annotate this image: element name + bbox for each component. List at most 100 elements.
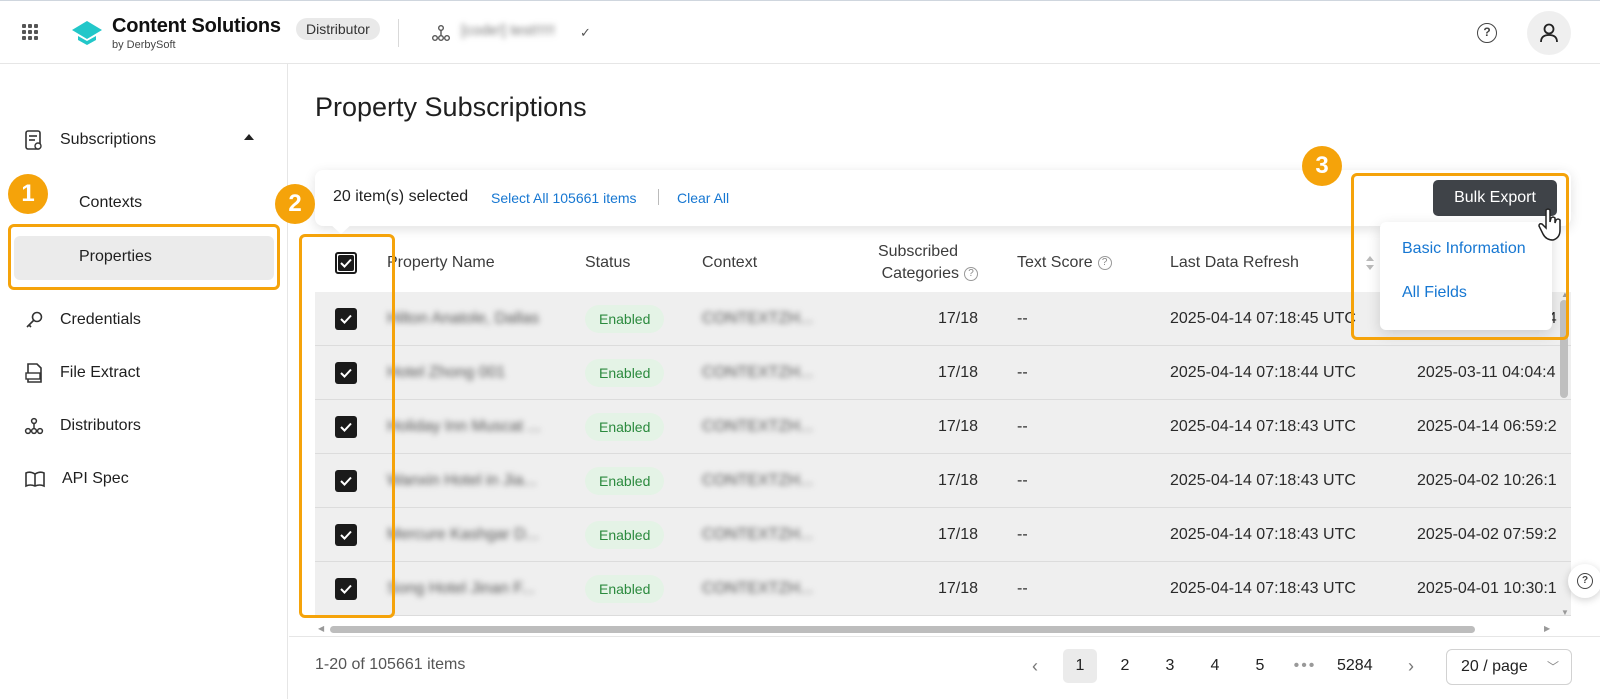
sidebar-item-label: Subscriptions <box>60 131 157 148</box>
scroll-right-arrow-icon[interactable]: ▶ <box>1544 624 1550 633</box>
user-icon <box>1540 23 1558 43</box>
property-name[interactable]: Hotel Zhong 001 <box>387 346 505 400</box>
sidebar-subitem-contexts[interactable]: Contexts <box>79 194 142 212</box>
sidebar-item-label: API Spec <box>62 470 129 487</box>
extra-date: 2025-03-11 04:04:4 <box>1417 364 1556 381</box>
property-name[interactable]: Song Hotel Jinan F... <box>387 562 535 616</box>
status-text: Enabled <box>585 413 665 441</box>
status-text: Enabled <box>585 467 665 495</box>
page-size-select[interactable]: 20 / page ﹀ <box>1446 649 1572 685</box>
sidebar-item-credentials[interactable]: Credentials <box>24 300 141 340</box>
extra-date: 2025-04-02 10:26:1 <box>1417 472 1557 489</box>
table-row[interactable]: Hotel Zhong 001 Enabled CONTEXTZH... 17/18 -… <box>315 346 1571 400</box>
page-ellipsis[interactable]: ••• <box>1288 649 1322 683</box>
callout-number-1: 1 <box>8 174 48 214</box>
info-icon[interactable]: ? <box>1097 256 1112 270</box>
status-badge: Enabled <box>585 292 665 346</box>
extra-date: 2025-04-14 06:59:2 <box>1417 418 1557 435</box>
chevron-down-icon[interactable]: ✓ <box>580 25 591 41</box>
info-icon[interactable]: ? <box>964 267 978 281</box>
column-context[interactable]: Context <box>702 234 757 292</box>
column-text-score[interactable]: Text Score? <box>1017 234 1112 292</box>
callout-number-2: 2 <box>275 184 315 224</box>
subscribed-categories: 17/18 <box>937 472 978 489</box>
column-label: Text Score <box>1017 254 1093 271</box>
column-label: Categories <box>881 265 959 282</box>
role-badge: Distributor <box>296 18 380 40</box>
column-subscribed-categories[interactable]: Subscribed Categories? <box>850 234 978 292</box>
subscribed-categories: 17/18 <box>937 418 978 435</box>
table-row[interactable]: Holiday Inn Muscat ... Enabled CONTEXTZH..… <box>315 400 1571 454</box>
column-status[interactable]: Status <box>585 234 630 292</box>
status-badge: Enabled <box>585 562 665 616</box>
brand-title: Content Solutions <box>112 15 281 37</box>
callout-box-1 <box>8 224 280 290</box>
status-text: Enabled <box>585 359 665 387</box>
page-4[interactable]: 4 <box>1198 649 1232 683</box>
column-last-data-refresh[interactable]: Last Data Refresh <box>1170 234 1299 292</box>
table-row[interactable]: Wanxin Hotel in Jia... Enabled CONTEXTZH..… <box>315 454 1571 508</box>
last-data-refresh: 2025-04-14 07:18:43 UTC <box>1170 472 1356 489</box>
property-name[interactable]: Holiday Inn Muscat ... <box>387 400 541 454</box>
table-row[interactable]: Mercure Kashgar D... Enabled CONTEXTZH... 1… <box>315 508 1571 562</box>
page-title: Property Subscriptions <box>315 92 587 122</box>
file-extract-icon <box>25 363 42 383</box>
table-row[interactable]: Song Hotel Jinan F... Enabled CONTEXTZH...… <box>315 562 1571 616</box>
next-page-icon[interactable]: › <box>1394 649 1428 683</box>
prev-page-icon[interactable]: ‹ <box>1018 649 1052 683</box>
logo-icon <box>72 21 102 52</box>
brand: Content Solutions by DerbySoft <box>112 15 281 51</box>
page-1[interactable]: 1 <box>1063 649 1097 683</box>
sidebar-item-label: File Extract <box>60 364 141 381</box>
subscribed-categories: 17/18 <box>937 310 978 327</box>
select-all-link[interactable]: Select All 105661 items <box>491 190 637 206</box>
top-bar: Content Solutions by DerbySoft Distribut… <box>0 0 1600 64</box>
context-name: CONTEXTZH... <box>702 310 814 327</box>
column-property-name[interactable]: Property Name <box>387 234 495 292</box>
page-last[interactable]: 5284 <box>1337 649 1373 683</box>
last-data-refresh: 2025-04-14 07:18:44 UTC <box>1170 364 1356 381</box>
property-name[interactable]: Wanxin Hotel in Jia... <box>387 454 537 508</box>
text-score: -- <box>1017 310 1028 327</box>
selection-separator <box>658 189 659 205</box>
horizontal-scrollbar[interactable] <box>330 626 1475 633</box>
last-data-refresh: 2025-04-14 07:18:43 UTC <box>1170 526 1356 543</box>
scroll-left-arrow-icon[interactable]: ◀ <box>318 624 324 633</box>
subscriptions-icon <box>25 130 42 150</box>
context-name: CONTEXTZH... <box>702 418 814 435</box>
context-name: CONTEXTZH... <box>702 364 814 381</box>
sidebar-item-subscriptions[interactable]: Subscriptions <box>24 120 156 160</box>
floating-help-button[interactable]: ? <box>1568 564 1600 598</box>
text-score: -- <box>1017 364 1028 381</box>
context-name: CONTEXTZH... <box>702 580 814 597</box>
sidebar-item-api-spec[interactable]: API Spec <box>24 459 129 499</box>
sidebar-item-file-extract[interactable]: File Extract <box>24 353 140 393</box>
status-text: Enabled <box>585 305 665 333</box>
help-icon[interactable]: ? <box>1477 23 1497 43</box>
status-badge: Enabled <box>585 454 665 508</box>
distributor-switcher[interactable]: [code!] test!!!!! <box>461 22 555 39</box>
total-items: 1-20 of 105661 items <box>315 656 466 673</box>
book-icon <box>25 471 45 488</box>
status-badge: Enabled <box>585 346 665 400</box>
sidebar-item-distributors[interactable]: Distributors <box>24 406 141 446</box>
app-grid-icon[interactable] <box>22 24 38 40</box>
page-5[interactable]: 5 <box>1243 649 1277 683</box>
page-3[interactable]: 3 <box>1153 649 1187 683</box>
context-name: CONTEXTZH... <box>702 472 814 489</box>
distributors-icon <box>432 25 450 46</box>
clear-all-link[interactable]: Clear All <box>677 190 729 206</box>
avatar[interactable] <box>1527 11 1571 55</box>
last-data-refresh: 2025-04-14 07:18:43 UTC <box>1170 418 1356 435</box>
selection-bar-pointer <box>330 224 352 234</box>
property-name[interactable]: Hilton Anatole, Dallas <box>387 292 539 346</box>
context-name: CONTEXTZH... <box>702 526 814 543</box>
scroll-down-arrow-icon[interactable]: ▼ <box>1561 608 1569 617</box>
status-badge: Enabled <box>585 400 665 454</box>
callout-box-3 <box>1351 173 1569 340</box>
subscribed-categories: 17/18 <box>937 364 978 381</box>
property-name[interactable]: Mercure Kashgar D... <box>387 508 539 562</box>
page-2[interactable]: 2 <box>1108 649 1142 683</box>
collapse-caret-icon[interactable] <box>244 134 254 140</box>
callout-number-3: 3 <box>1302 146 1342 186</box>
